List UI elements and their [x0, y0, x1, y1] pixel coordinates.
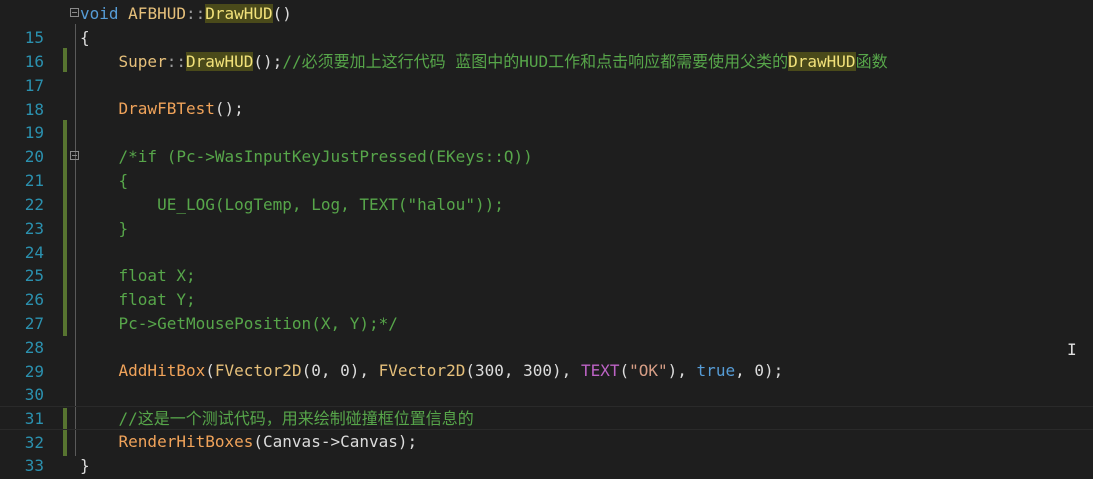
punctuation: (): [272, 4, 292, 23]
code-editor[interactable]: 15 void AFBHUD::DrawHUD() 16 { 17 Super:…: [0, 0, 1093, 479]
comment: float Y;: [118, 290, 196, 309]
collapse-icon[interactable]: [70, 151, 79, 160]
code-line[interactable]: 30 AddHitBox(FVector2D(0, 0), FVector2D(…: [0, 359, 1093, 404]
code-text: {: [80, 169, 129, 193]
class-name: FVector2D: [378, 361, 466, 380]
keyword: true: [696, 361, 736, 380]
highlighted-reference: DrawHUD: [185, 52, 254, 71]
comment: Pc->GetMousePosition(X, Y);*/: [118, 314, 398, 333]
string-literal: "OK": [629, 361, 668, 380]
code-line[interactable]: 15 void AFBHUD::DrawHUD(): [0, 2, 1093, 47]
code-text: }: [80, 454, 90, 478]
comment: }: [118, 219, 129, 238]
arguments: (300, 300): [465, 361, 562, 380]
code-line[interactable]: 22 {: [0, 169, 1093, 214]
code-line[interactable]: 26 float X;: [0, 264, 1093, 309]
comment: 函数: [855, 52, 888, 71]
code-text: DrawFBTest();: [80, 97, 244, 121]
brace: {: [80, 28, 90, 47]
function-name: AddHitBox: [118, 361, 206, 380]
class-name: AFBHUD: [128, 4, 186, 23]
code-text: RenderHitBoxes(Canvas->Canvas);: [80, 430, 418, 454]
punctuation: , 0);: [735, 361, 784, 380]
scope-operator: ::: [185, 4, 206, 23]
code-text: void AFBHUD::DrawHUD(): [80, 2, 292, 26]
arguments: (0, 0): [301, 361, 360, 380]
punctuation: ,: [677, 361, 697, 380]
brace: }: [80, 456, 90, 475]
code-line[interactable]: 18: [0, 74, 1093, 119]
punctuation: ,: [561, 361, 581, 380]
macro-name: TEXT: [580, 361, 620, 380]
code-line[interactable]: 27 float Y;: [0, 288, 1093, 333]
code-text: Super::DrawHUD();//必须要加上这行代码 蓝图中的HUD工作和点…: [80, 50, 888, 74]
class-name: FVector2D: [214, 361, 302, 380]
function-name: RenderHitBoxes: [118, 432, 254, 451]
code-line[interactable]: 24 }: [0, 217, 1093, 262]
punctuation: (: [619, 361, 630, 380]
function-name: DrawFBTest: [118, 99, 215, 118]
current-code-line[interactable]: 32 //这是一个测试代码，用来绘制碰撞框位置信息的: [0, 406, 1093, 452]
scope-operator: ::: [166, 52, 186, 71]
punctuation: (: [205, 361, 215, 380]
keyword: void: [80, 4, 119, 23]
collapse-icon[interactable]: [70, 8, 79, 17]
class-name: Super: [118, 52, 167, 71]
code-text: /*if (Pc->WasInputKeyJustPressed(EKeys::…: [80, 145, 533, 169]
code-line[interactable]: 25: [0, 240, 1093, 285]
code-text: {: [80, 26, 90, 50]
punctuation: ();: [214, 99, 244, 118]
code-line[interactable]: 16 {: [0, 26, 1093, 71]
code-line[interactable]: 19 DrawFBTest();: [0, 97, 1093, 142]
comment: float X;: [118, 266, 196, 285]
code-text: float X;: [80, 264, 196, 288]
code-line[interactable]: 28 Pc->GetMousePosition(X, Y);*/: [0, 312, 1093, 357]
text-cursor-icon: I: [1067, 340, 1077, 359]
highlighted-reference: DrawHUD: [205, 4, 273, 23]
code-text: Pc->GetMousePosition(X, Y);*/: [80, 312, 398, 336]
punctuation: ();: [253, 52, 283, 71]
code-line[interactable]: 21 /*if (Pc->WasInputKeyJustPressed(EKey…: [0, 145, 1093, 190]
code-text: }: [80, 217, 129, 241]
code-line[interactable]: 34 }: [0, 454, 1093, 478]
code-line[interactable]: 20: [0, 121, 1093, 166]
comment: UE_LOG(LogTemp, Log, TEXT("halou"));: [118, 195, 504, 214]
punctuation: ): [667, 361, 678, 380]
highlighted-reference: DrawHUD: [788, 52, 856, 71]
comment: /*if (Pc->WasInputKeyJustPressed(EKeys::…: [118, 147, 533, 166]
comment: //这是一个测试代码，用来绘制碰撞框位置信息的: [118, 409, 474, 428]
comment: //必须要加上这行代码 蓝图中的HUD工作和点击响应都需要使用父类的: [282, 52, 789, 71]
code-line[interactable]: 23 UE_LOG(LogTemp, Log, TEXT("halou"));: [0, 193, 1093, 238]
comment: {: [118, 171, 129, 190]
punctuation: ,: [359, 361, 379, 380]
code-line[interactable]: 33 RenderHitBoxes(Canvas->Canvas);: [0, 430, 1093, 475]
code-text: float Y;: [80, 288, 196, 312]
code-text: UE_LOG(LogTemp, Log, TEXT("halou"));: [80, 193, 504, 217]
code-line[interactable]: 17 Super::DrawHUD();//必须要加上这行代码 蓝图中的HUD工…: [0, 50, 1093, 95]
code-line[interactable]: 29: [0, 336, 1093, 381]
arguments: (Canvas->Canvas);: [253, 432, 418, 451]
code-text: //这是一个测试代码，用来绘制碰撞框位置信息的: [80, 407, 474, 431]
code-text: AddHitBox(FVector2D(0, 0), FVector2D(300…: [80, 359, 784, 383]
code-line[interactable]: 31: [0, 383, 1093, 428]
